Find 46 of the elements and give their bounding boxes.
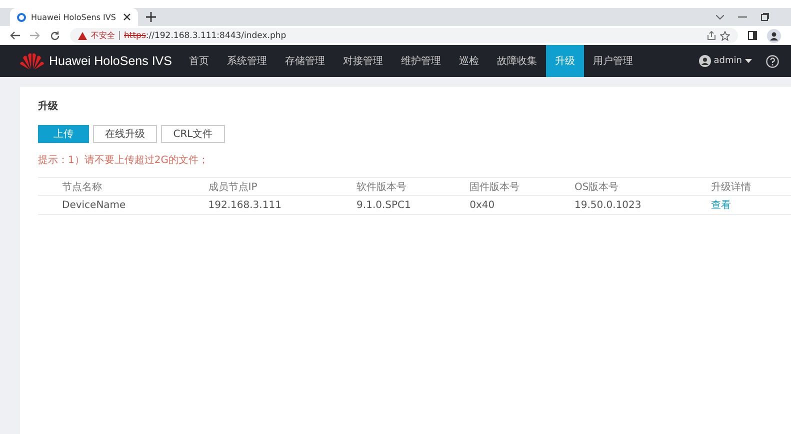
share-icon[interactable]: [707, 31, 716, 40]
back-icon[interactable]: [10, 31, 20, 40]
profile-icon[interactable]: [767, 28, 781, 42]
nav-tab[interactable]: 系统管理: [218, 45, 276, 77]
nav-tab[interactable]: 故障收集: [488, 45, 546, 77]
hint-text: 提示：1）请不要上传超过2G的文件；: [38, 154, 210, 167]
table-cell: 0x40: [464, 196, 568, 214]
column-header: 成员节点IP: [202, 178, 351, 196]
warning-icon: [78, 32, 87, 40]
nav-tab[interactable]: 用户管理: [584, 45, 642, 77]
url-text: https://192.168.3.111:8443/index.php: [124, 30, 286, 40]
user-menu[interactable]: admin: [698, 55, 752, 67]
page-heading: 升级: [38, 100, 59, 113]
help-icon[interactable]: [766, 54, 779, 68]
reload-icon[interactable]: [50, 30, 60, 40]
table-cell: 192.168.3.111: [202, 196, 351, 214]
column-header: 节点名称: [38, 178, 202, 196]
table-cell: 9.1.0.SPC1: [350, 196, 464, 214]
star-icon[interactable]: [720, 30, 730, 40]
app-title: Huawei HoloSens IVS: [49, 54, 172, 68]
column-header: 固件版本号: [464, 178, 568, 196]
nav-tab[interactable]: 对接管理: [334, 45, 392, 77]
chevron-down-icon[interactable]: [716, 14, 724, 20]
address-bar[interactable]: 不安全 https://192.168.3.111:8443/index.php: [70, 28, 738, 43]
site-icon: [17, 12, 26, 22]
action-button[interactable]: 在线升级: [93, 125, 157, 143]
browser-tab[interactable]: Huawei HoloSens IVS: [10, 8, 138, 26]
nav-tab[interactable]: 维护管理: [392, 45, 450, 77]
action-button[interactable]: CRL文件: [161, 125, 225, 143]
table-cell: 19.50.0.1023: [568, 196, 705, 214]
restore-icon[interactable]: [761, 13, 769, 21]
security-label: 不安全: [91, 30, 115, 41]
nav-tab[interactable]: 存储管理: [276, 45, 334, 77]
column-header: 升级详情: [704, 178, 791, 196]
table-cell: DeviceName: [38, 196, 202, 214]
nav-tab[interactable]: 巡检: [450, 45, 488, 77]
column-header: OS版本号: [568, 178, 705, 196]
minimize-icon[interactable]: [738, 16, 747, 18]
logo-icon: [20, 52, 44, 70]
close-icon[interactable]: [123, 13, 131, 21]
nav-tab[interactable]: 首页: [180, 45, 218, 77]
column-header: 软件版本号: [350, 178, 464, 196]
new-tab-icon[interactable]: [146, 12, 156, 22]
side-panel-icon[interactable]: [748, 31, 757, 40]
caret-icon: [745, 59, 752, 63]
user-icon: [698, 55, 711, 67]
